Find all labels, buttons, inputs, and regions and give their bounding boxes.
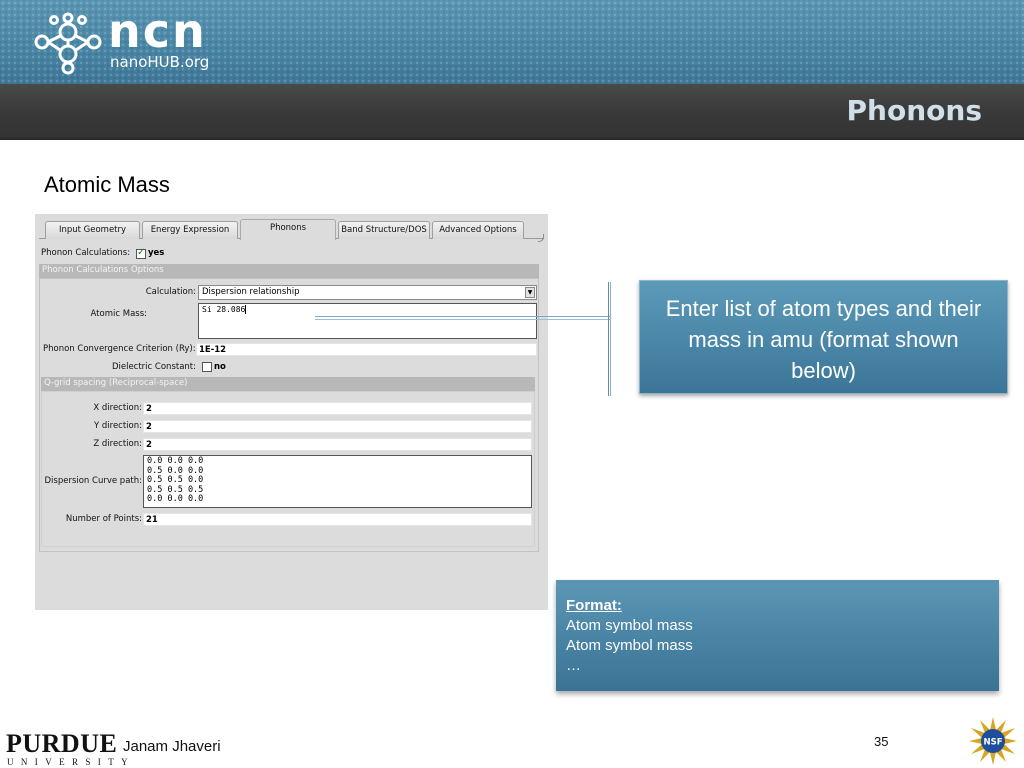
text-cursor [245,305,247,314]
nsf-logo-text: NSF [983,738,1002,748]
x-direction-input[interactable]: 2 [143,402,532,415]
z-direction-label: Z direction: [93,439,142,449]
section-subtitle: Atomic Mass [44,172,170,197]
tab-band-structure[interactable]: Band Structure/DOS [338,221,430,239]
dielectric-value: no [214,362,226,372]
atomic-mass-value: Si 28.086 [202,305,246,314]
tab-advanced-options[interactable]: Advanced Options [432,221,524,239]
x-direction-label: X direction: [93,403,142,413]
dispersion-line: 0.0 0.0 0.0 [147,494,204,505]
header-banner: ncn nanoHUB.org [0,0,1024,84]
purdue-logo-subtext: UNIVERSITY [7,757,135,767]
callout-connector-vertical [608,282,611,396]
tab-bar-edge [538,234,544,242]
purdue-logo-text: PURDUE [6,729,118,758]
check-icon: ✓ [137,247,146,258]
format-title: Format: [566,597,622,614]
z-direction-input[interactable]: 2 [143,438,532,451]
format-line: Atom symbol mass [566,637,693,654]
options-section-header: Phonon Calculations Options [39,264,539,278]
page-number: 35 [874,734,889,749]
slide-title: Phonons [846,94,982,127]
calculation-select[interactable]: Dispersion relationship ▼ [198,285,537,300]
dielectric-label: Dielectric Constant: [111,362,196,372]
dropdown-arrow-icon[interactable]: ▼ [525,287,535,298]
qgrid-section-header: Q-grid spacing (Reciprocal-space) [41,377,535,391]
format-callout: Format: Atom symbol mass Atom symbol mas… [556,580,999,691]
atomic-mass-input[interactable]: Si 28.086 [198,303,537,339]
convergence-label: Phonon Convergence Criterion (Ry): [43,344,196,354]
tab-phonons[interactable]: Phonons [240,219,336,240]
logo-nanohub-text: nanoHUB.org [110,53,210,71]
dispersion-line: 0.5 0.0 0.0 [147,465,204,476]
points-input[interactable]: 21 [143,513,532,526]
atomic-mass-label: Atomic Mass: [90,309,147,319]
tab-bar: Input Geometry Energy Expression Phonons… [39,219,544,240]
phonon-calc-value: yes [148,248,165,258]
calculation-label: Calculation: [145,287,196,297]
y-direction-label: Y direction: [93,421,142,431]
atomic-mass-callout: Enter list of atom types and their mass … [639,280,1008,394]
phonon-calc-label: Phonon Calculations: [41,248,131,258]
convergence-input[interactable]: 1E-12 [196,343,537,356]
y-direction-input[interactable]: 2 [143,420,532,433]
author-name: Janam Jhaveri [123,738,221,755]
dispersion-path-label: Dispersion Curve path: [44,476,142,486]
tab-energy-expression[interactable]: Energy Expression [142,221,238,239]
tab-input-geometry[interactable]: Input Geometry [45,221,140,239]
dispersion-path-input[interactable]: 0.0 0.0 0.0 0.5 0.0 0.0 0.5 0.5 0.0 0.5 … [143,455,532,508]
dispersion-line: 0.5 0.5 0.5 [147,484,204,495]
dispersion-line: 0.5 0.5 0.0 [147,475,204,486]
dielectric-checkbox[interactable] [202,362,212,372]
app-screenshot: Input Geometry Energy Expression Phonons… [35,214,548,610]
format-line: Atom symbol mass [566,617,693,634]
dispersion-line: 0.0 0.0 0.0 [147,456,204,466]
callout-connector-horizontal [315,316,611,320]
phonon-calc-checkbox[interactable]: ✓ [136,247,146,259]
calculation-select-value: Dispersion relationship [202,287,300,297]
points-label: Number of Points: [65,514,142,524]
nsf-logo-icon: NSF [969,717,1017,765]
format-line: … [566,657,581,674]
logo-ncn-text: ncn [108,4,207,58]
